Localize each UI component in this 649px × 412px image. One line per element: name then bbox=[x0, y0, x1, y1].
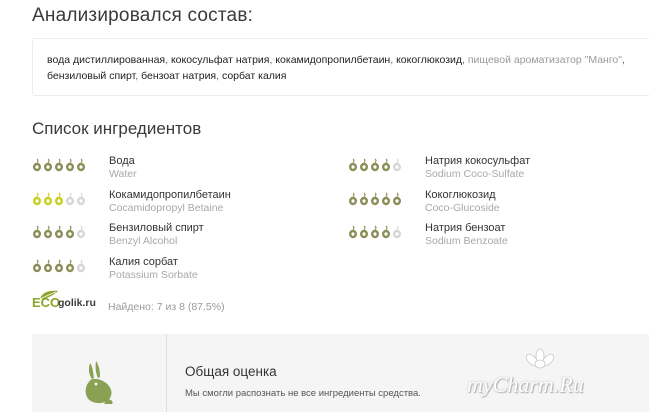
found-count: Найдено: 7 из 8 (87.5%) bbox=[108, 301, 225, 313]
ingredient-name: Калия сорбат bbox=[109, 256, 178, 268]
rating-dot-filled-icon bbox=[54, 192, 64, 206]
rating-dot-filled-icon bbox=[43, 158, 53, 172]
composition-ingredient[interactable]: кокоглюкозид bbox=[396, 54, 462, 66]
rating-dot-empty-icon bbox=[76, 225, 86, 239]
summary-title: Общая оценка bbox=[185, 364, 277, 379]
rating-dot-filled-icon bbox=[54, 225, 64, 239]
composition-ingredient[interactable]: кокосульфат натрия bbox=[171, 54, 270, 66]
rating-dot-empty-icon bbox=[76, 192, 86, 206]
ingredient-name: Кокамидопропилбетаин bbox=[109, 189, 231, 201]
ingredient-latin-name: Sodium Benzoate bbox=[425, 235, 508, 247]
ecogolik-logo[interactable]: ECO golik.ru bbox=[32, 290, 104, 314]
rating-dot-filled-icon bbox=[381, 225, 391, 239]
rating-dot-filled-icon bbox=[76, 158, 86, 172]
rating-dot-empty-icon bbox=[392, 158, 402, 172]
logo-eco: ECO bbox=[32, 295, 61, 310]
rating-dot-filled-icon bbox=[359, 158, 369, 172]
rating-dot-filled-icon bbox=[381, 192, 391, 206]
rating-dot-filled-icon bbox=[32, 192, 42, 206]
ingredient-latin-name: Cocamidopropyl Betaine bbox=[109, 202, 224, 214]
ingredient-name: Кокоглюкозид bbox=[425, 189, 496, 201]
composition-separator: , bbox=[622, 54, 625, 66]
composition-ingredient[interactable]: бензиловый спирт bbox=[47, 70, 135, 82]
rating-dots bbox=[32, 259, 86, 273]
rating-dot-empty-icon bbox=[392, 225, 402, 239]
ingredient-latin-name: Water bbox=[109, 168, 137, 180]
summary-text: Мы смогли распознать не все ингредиенты … bbox=[185, 388, 421, 399]
composition-ingredient[interactable]: вода дистиллированная bbox=[47, 54, 165, 66]
rating-dot-filled-icon bbox=[370, 158, 380, 172]
rating-dots bbox=[32, 192, 86, 206]
rating-dot-empty-icon bbox=[65, 192, 75, 206]
rating-dots bbox=[32, 225, 86, 239]
rating-dot-filled-icon bbox=[65, 158, 75, 172]
ingredient-name: Вода bbox=[109, 155, 135, 167]
composition-ingredient[interactable]: бензоат натрия bbox=[141, 70, 216, 82]
rating-dot-filled-icon bbox=[359, 192, 369, 206]
rating-dots bbox=[348, 158, 402, 172]
ingredient-latin-name: Coco-Glucoside bbox=[425, 202, 500, 214]
watermark: myCharm.Ru bbox=[467, 372, 584, 397]
ingredient-name: Натрия бензоат bbox=[425, 222, 506, 234]
ingredient-latin-name: Benzyl Alcohol bbox=[109, 235, 178, 247]
rating-dot-filled-icon bbox=[348, 158, 358, 172]
rating-dot-filled-icon bbox=[381, 158, 391, 172]
summary-divider bbox=[166, 334, 167, 412]
rating-dot-filled-icon bbox=[43, 192, 53, 206]
rating-dot-filled-icon bbox=[348, 225, 358, 239]
rating-dots bbox=[348, 192, 402, 206]
composition-box: вода дистиллированная, кокосульфат натри… bbox=[32, 38, 649, 96]
rating-dot-filled-icon bbox=[348, 192, 358, 206]
ingredient-latin-name: Potassium Sorbate bbox=[109, 269, 198, 281]
rating-dot-filled-icon bbox=[54, 158, 64, 172]
rating-dot-filled-icon bbox=[370, 192, 380, 206]
rating-dot-filled-icon bbox=[32, 259, 42, 273]
ingredient-latin-name: Sodium Coco-Sulfate bbox=[425, 168, 525, 180]
rating-dot-filled-icon bbox=[370, 225, 380, 239]
rating-dot-filled-icon bbox=[32, 158, 42, 172]
logo-site: golik.ru bbox=[58, 297, 96, 309]
rating-dot-filled-icon bbox=[65, 225, 75, 239]
composition-ingredient[interactable]: кокамидопропилбетаин bbox=[275, 54, 390, 66]
rating-dot-filled-icon bbox=[32, 225, 42, 239]
rating-dot-filled-icon bbox=[43, 259, 53, 273]
analysis-title: Анализировался состав: bbox=[32, 5, 254, 26]
rabbit-icon bbox=[85, 361, 113, 404]
rating-dot-filled-icon bbox=[43, 225, 53, 239]
ingredient-name: Натрия кокосульфат bbox=[425, 155, 531, 167]
composition-ingredient[interactable]: сорбат калия bbox=[222, 70, 287, 82]
rating-dot-filled-icon bbox=[54, 259, 64, 273]
rating-dots bbox=[348, 225, 402, 239]
rating-dot-filled-icon bbox=[392, 192, 402, 206]
rating-dot-empty-icon bbox=[76, 259, 86, 273]
ingredients-list-title: Список ингредиентов bbox=[32, 119, 202, 138]
composition-text: вода дистиллированная, кокосульфат натри… bbox=[47, 52, 637, 84]
rating-dot-filled-icon bbox=[65, 259, 75, 273]
rating-dots bbox=[32, 158, 86, 172]
composition-ingredient-unknown[interactable]: пищевой ароматизатор "Манго" bbox=[468, 54, 622, 66]
ingredient-name: Бензиловый спирт bbox=[109, 222, 204, 234]
rating-dot-filled-icon bbox=[359, 225, 369, 239]
